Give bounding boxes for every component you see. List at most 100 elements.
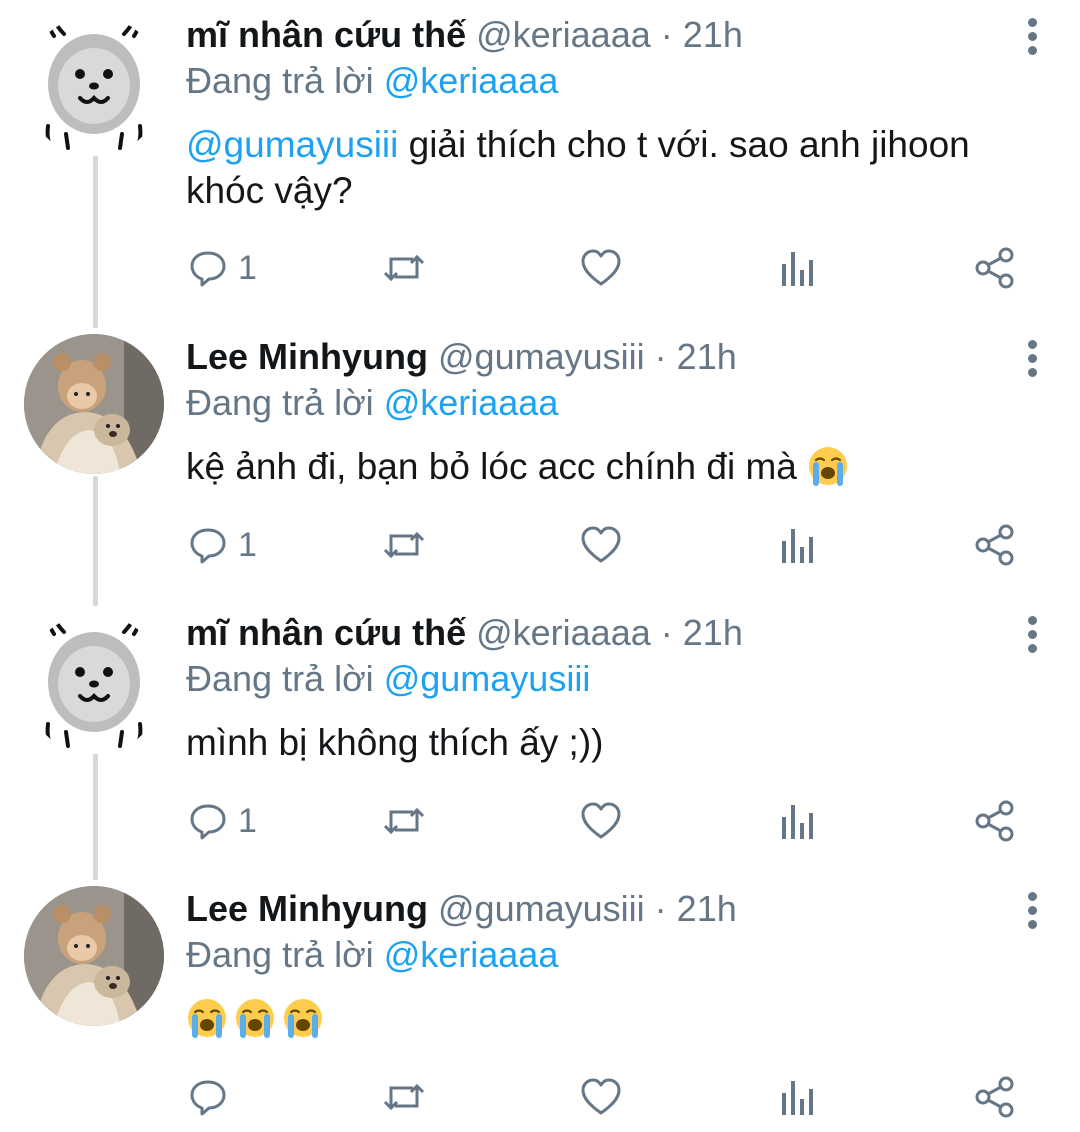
reply-count: 1 — [238, 525, 257, 564]
tweet-body: mình bị không thích ấy ;)) — [186, 722, 604, 763]
analytics-button[interactable] — [780, 243, 816, 293]
replying-to-link[interactable]: @keriaaaa — [384, 934, 559, 975]
tweet-text: @gumayusiii giải thích cho t với. sao an… — [186, 122, 1020, 214]
share-button[interactable] — [974, 243, 1016, 293]
avatar[interactable] — [24, 614, 164, 754]
analytics-button[interactable] — [780, 520, 816, 570]
tweet-actions: 1 — [186, 520, 1026, 570]
replying-to-link[interactable]: @keriaaaa — [384, 382, 559, 423]
like-icon — [581, 802, 621, 839]
timestamp[interactable]: 21h — [677, 888, 737, 929]
reply-count: 1 — [238, 248, 257, 287]
like-button[interactable] — [580, 796, 622, 846]
like-button[interactable] — [580, 520, 622, 570]
retweet-button[interactable] — [382, 796, 426, 846]
reply-button[interactable] — [188, 1072, 238, 1122]
reply-icon — [190, 804, 226, 840]
tweet-content: mĩ nhân cứu thế @keriaaaa · 21h Đang trả… — [186, 12, 1020, 214]
tweet-header: Lee Minhyung @gumayusiii · 21h — [186, 886, 1020, 932]
author-handle[interactable]: @keriaaaa — [476, 612, 651, 653]
retweet-icon — [383, 807, 425, 835]
tweet-actions: 1 — [186, 243, 1026, 293]
reply-icon — [190, 251, 226, 287]
tweet-actions — [186, 1072, 1026, 1122]
replying-prefix: Đang trả lời — [186, 934, 374, 975]
author-name[interactable]: mĩ nhân cứu thế — [186, 14, 466, 55]
retweet-icon — [383, 254, 425, 282]
like-button[interactable] — [580, 1072, 622, 1122]
retweet-icon — [383, 1083, 425, 1111]
tweet-header: mĩ nhân cứu thế @keriaaaa · 21h — [186, 610, 1020, 656]
more-icon[interactable] — [1024, 616, 1040, 656]
like-icon — [581, 526, 621, 563]
reply-button[interactable]: 1 — [188, 243, 257, 293]
replying-to-link[interactable]: @gumayusiii — [384, 658, 591, 699]
separator: · — [660, 14, 673, 55]
reply-button[interactable]: 1 — [188, 520, 257, 570]
author-name[interactable]: Lee Minhyung — [186, 336, 428, 377]
thread-line — [93, 750, 98, 880]
avatar[interactable] — [24, 334, 164, 474]
author-handle[interactable]: @keriaaaa — [476, 14, 651, 55]
analytics-icon — [782, 252, 813, 286]
tweet-header: mĩ nhân cứu thế @keriaaaa · 21h — [186, 12, 1020, 58]
analytics-icon — [782, 805, 813, 839]
tweet-text: kệ ảnh đi, bạn bỏ lóc acc chính đi mà — [186, 444, 1020, 490]
author-name[interactable]: Lee Minhyung — [186, 888, 428, 929]
author-handle[interactable]: @gumayusiii — [438, 336, 645, 377]
crying-emoji-icon — [282, 997, 324, 1039]
retweet-button[interactable] — [382, 520, 426, 570]
timestamp[interactable]: 21h — [677, 336, 737, 377]
tweet-header: Lee Minhyung @gumayusiii · 21h — [186, 334, 1020, 380]
analytics-button[interactable] — [780, 1072, 816, 1122]
tweet-content: mĩ nhân cứu thế @keriaaaa · 21h Đang trả… — [186, 610, 1020, 766]
share-button[interactable] — [974, 1072, 1016, 1122]
replying-to: Đang trả lời @keriaaaa — [186, 380, 1020, 426]
share-button[interactable] — [974, 520, 1016, 570]
separator: · — [654, 888, 667, 929]
crying-emoji-icon — [807, 445, 849, 487]
retweet-button[interactable] — [382, 243, 426, 293]
avatar[interactable] — [24, 16, 164, 156]
avatar[interactable] — [24, 886, 164, 1026]
share-icon — [975, 524, 1014, 566]
more-icon[interactable] — [1024, 340, 1040, 380]
timestamp[interactable]: 21h — [683, 612, 743, 653]
share-icon — [975, 800, 1014, 842]
crying-emoji-icon — [186, 997, 228, 1039]
like-button[interactable] — [580, 243, 622, 293]
author-name[interactable]: mĩ nhân cứu thế — [186, 612, 466, 653]
reply-count: 1 — [238, 801, 257, 840]
replying-to: Đang trả lời @keriaaaa — [186, 58, 1020, 104]
separator: · — [654, 336, 667, 377]
thread-line — [93, 476, 98, 606]
retweet-button[interactable] — [382, 1072, 426, 1122]
crying-emoji-icon — [234, 997, 276, 1039]
tweet-text — [186, 996, 1020, 1042]
analytics-button[interactable] — [780, 796, 816, 846]
separator: · — [660, 612, 673, 653]
share-icon — [975, 1076, 1014, 1118]
reply-icon — [190, 528, 226, 564]
analytics-icon — [782, 529, 813, 563]
more-icon[interactable] — [1024, 18, 1040, 58]
more-icon[interactable] — [1024, 892, 1040, 932]
replying-prefix: Đang trả lời — [186, 658, 374, 699]
replying-prefix: Đang trả lời — [186, 60, 374, 101]
replying-prefix: Đang trả lời — [186, 382, 374, 423]
tweet-actions: 1 — [186, 796, 1026, 846]
thread-line — [93, 150, 98, 328]
author-handle[interactable]: @gumayusiii — [438, 888, 645, 929]
tweet-body: kệ ảnh đi, bạn bỏ lóc acc chính đi mà — [186, 446, 797, 487]
tweet-content: Lee Minhyung @gumayusiii · 21h Đang trả … — [186, 334, 1020, 490]
share-icon — [975, 247, 1014, 289]
timestamp[interactable]: 21h — [683, 14, 743, 55]
replying-to: Đang trả lời @gumayusiii — [186, 656, 1020, 702]
tweet-text: mình bị không thích ấy ;)) — [186, 720, 1020, 766]
like-icon — [581, 249, 621, 286]
replying-to-link[interactable]: @keriaaaa — [384, 60, 559, 101]
share-button[interactable] — [974, 796, 1016, 846]
replying-to: Đang trả lời @keriaaaa — [186, 932, 1020, 978]
mention-link[interactable]: @gumayusiii — [186, 124, 398, 165]
reply-button[interactable]: 1 — [188, 796, 257, 846]
